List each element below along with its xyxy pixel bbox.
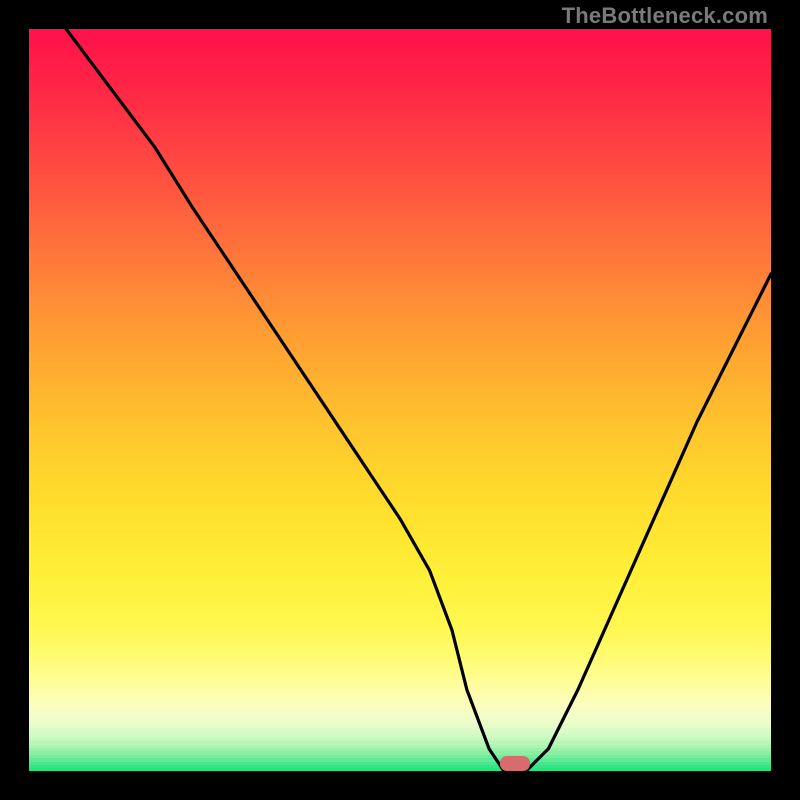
optimum-marker [500,756,530,771]
chart-frame: TheBottleneck.com [0,0,800,800]
attribution-text: TheBottleneck.com [562,3,768,29]
gradient-strip [29,29,771,33]
plot-area [29,29,771,771]
